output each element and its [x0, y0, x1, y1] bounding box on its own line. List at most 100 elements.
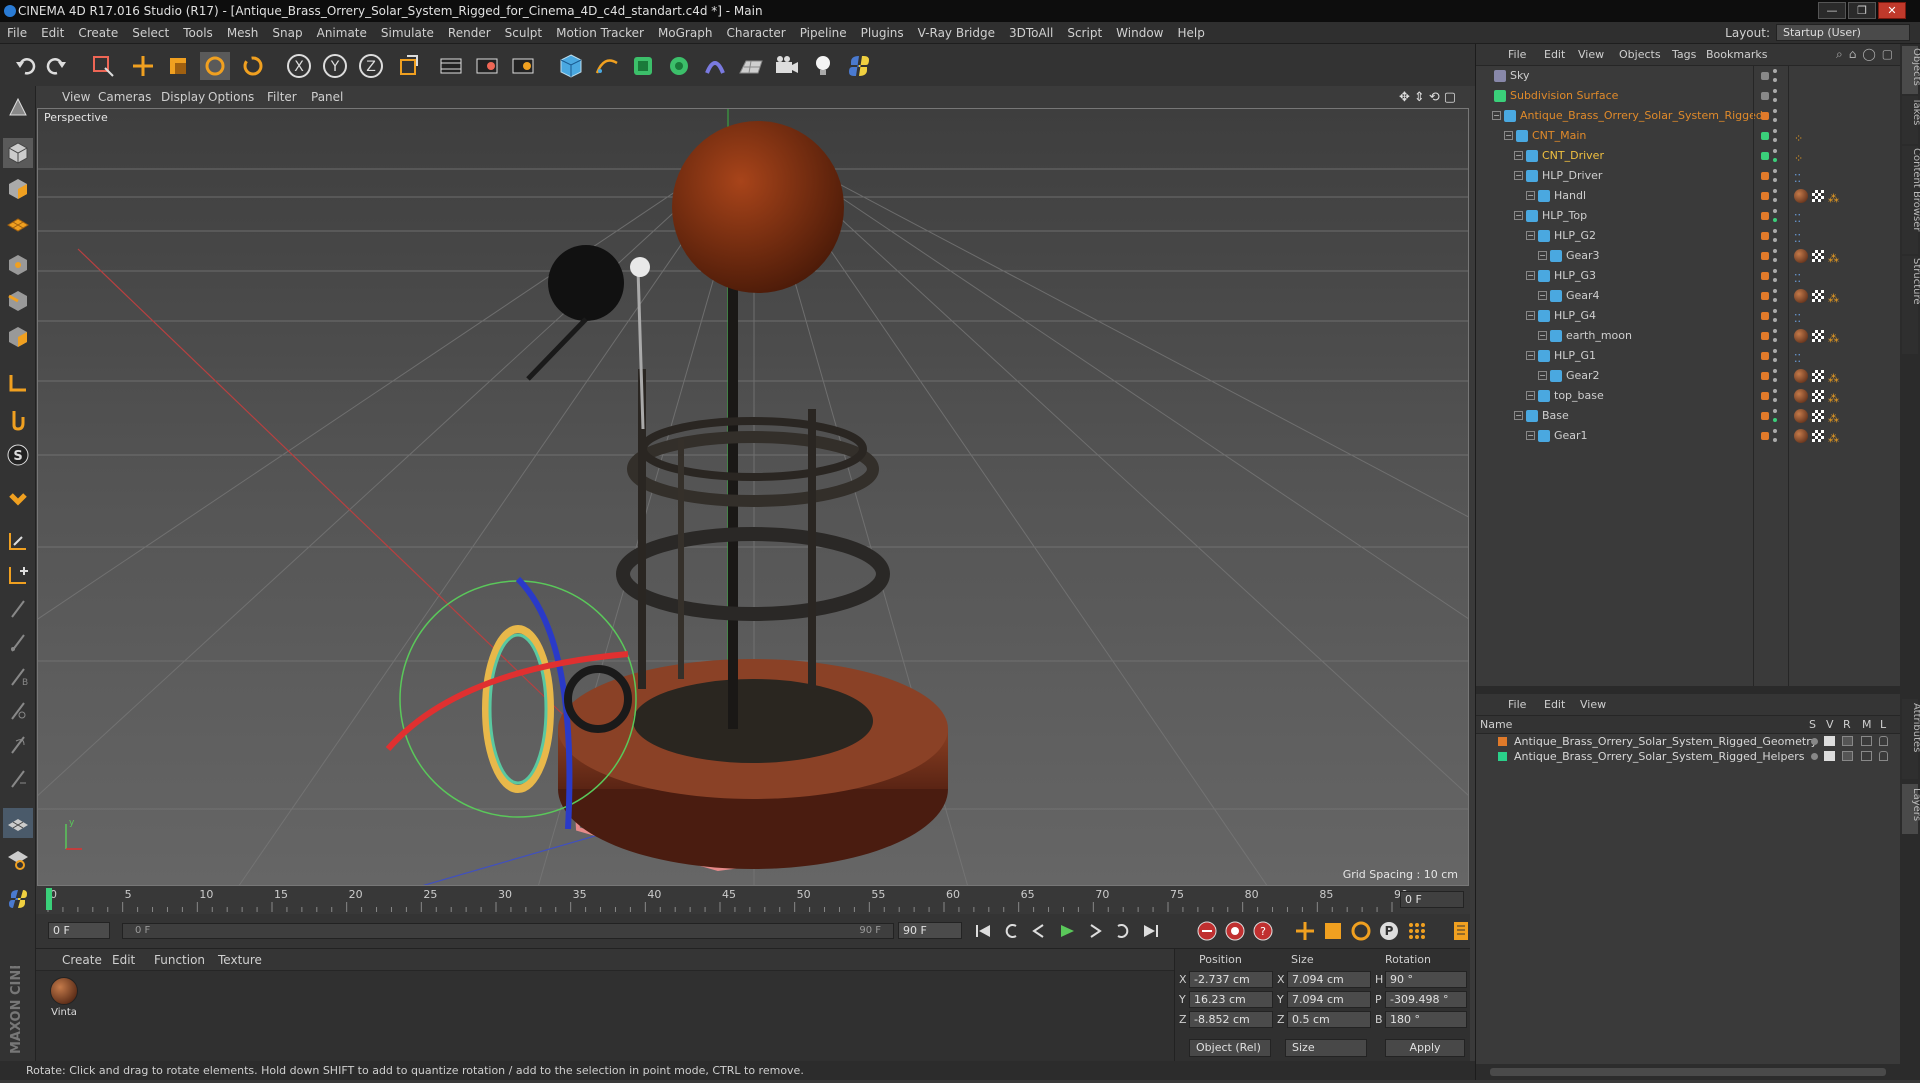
array-object-icon[interactable]: [664, 52, 694, 80]
material-tag-icon[interactable]: [1794, 389, 1808, 403]
layer-color-swatch[interactable]: [1498, 752, 1507, 761]
rotation-h-field[interactable]: 90 °: [1385, 971, 1467, 988]
layout-dropdown[interactable]: Startup (User): [1776, 24, 1910, 41]
subdivision-surface-icon[interactable]: [628, 52, 658, 80]
editor-visibility-icon[interactable]: [1773, 229, 1777, 233]
rotation-p-field[interactable]: -309.498 °: [1385, 991, 1467, 1008]
3d-viewport[interactable]: y Perspective Grid Spacing : 10 cm: [37, 108, 1469, 886]
expand-toggle-icon[interactable]: −: [1526, 351, 1535, 360]
object-row[interactable]: − Base ⁂: [1476, 406, 1901, 426]
material-menu-edit[interactable]: Edit: [112, 950, 135, 970]
object-menu-objects[interactable]: Objects: [1619, 45, 1661, 65]
magnet-tool-icon[interactable]: [3, 764, 33, 794]
layer-solo-icon[interactable]: [1811, 753, 1818, 760]
next-frame-icon[interactable]: [1083, 921, 1107, 941]
start-frame-field[interactable]: 0 F: [48, 922, 110, 939]
layer-row[interactable]: Antique_Brass_Orrery_Solar_System_Rigged…: [1476, 734, 1901, 749]
editor-visibility-icon[interactable]: [1773, 169, 1777, 173]
material-tag-icon[interactable]: [1794, 249, 1808, 263]
layer-color-icon[interactable]: [1761, 432, 1769, 440]
previous-frame-icon[interactable]: [1027, 921, 1051, 941]
rotation-key-icon[interactable]: [1350, 920, 1372, 945]
play-icon[interactable]: [1055, 921, 1079, 941]
menu-help[interactable]: Help: [1170, 22, 1211, 44]
minimize-button[interactable]: —: [1818, 2, 1846, 19]
expand-toggle-icon[interactable]: −: [1538, 331, 1547, 340]
layer-color-icon[interactable]: [1761, 352, 1769, 360]
material-tag-icon[interactable]: [1794, 289, 1808, 303]
object-row[interactable]: − HLP_G3 ⁚⁚: [1476, 266, 1901, 286]
knife-tool-icon[interactable]: [3, 628, 33, 658]
position-y-field[interactable]: 16.23 cm: [1189, 991, 1273, 1008]
coordinate-system-icon[interactable]: [394, 52, 424, 80]
live-selection-icon[interactable]: [88, 52, 118, 80]
menu-render[interactable]: Render: [441, 22, 498, 44]
viewport-nav-icons[interactable]: ✥⇕⟲▢: [1399, 90, 1460, 105]
menu-animate[interactable]: Animate: [310, 22, 374, 44]
object-manager-search-icon[interactable]: ⌕⌂◯▢: [1836, 47, 1899, 62]
camera-object-icon[interactable]: [772, 52, 802, 80]
layer-color-icon[interactable]: [1761, 252, 1769, 260]
solo-mode-icon[interactable]: S: [3, 440, 33, 470]
python-console-icon[interactable]: [3, 884, 33, 914]
material-menu-function[interactable]: Function: [154, 950, 205, 970]
xpresso-tag-icon[interactable]: ⁂: [1828, 429, 1839, 449]
expand-toggle-icon[interactable]: −: [1538, 251, 1547, 260]
expand-toggle-icon[interactable]: −: [1514, 211, 1523, 220]
object-row[interactable]: − HLP_Driver ⁚⁚: [1476, 166, 1901, 186]
previous-keyframe-icon[interactable]: [999, 921, 1023, 941]
render-visibility-icon[interactable]: [1773, 358, 1777, 362]
viewport-menu-filter[interactable]: Filter: [267, 86, 297, 108]
snapping-magnet-icon[interactable]: [3, 484, 33, 514]
render-visibility-icon[interactable]: [1773, 398, 1777, 402]
lasso-tool-icon[interactable]: [3, 730, 33, 760]
menu-file[interactable]: File: [0, 22, 34, 44]
render-visibility-icon[interactable]: [1773, 98, 1777, 102]
layer-color-icon[interactable]: [1761, 292, 1769, 300]
viewport-camera-label[interactable]: Perspective: [44, 111, 108, 124]
size-mode-dropdown[interactable]: Size: [1285, 1039, 1367, 1057]
layer-menu-view[interactable]: View: [1580, 695, 1606, 715]
render-visibility-icon[interactable]: [1773, 318, 1777, 322]
render-visibility-icon[interactable]: [1773, 438, 1777, 442]
expand-toggle-icon[interactable]: −: [1526, 391, 1535, 400]
layer-color-icon[interactable]: [1761, 392, 1769, 400]
menu-3dtoall[interactable]: 3DToAll: [1002, 22, 1060, 44]
menu-select[interactable]: Select: [125, 22, 176, 44]
quantize-icon[interactable]: [3, 526, 33, 556]
menu-motion-tracker[interactable]: Motion Tracker: [549, 22, 651, 44]
layer-lock-icon[interactable]: [1879, 751, 1888, 761]
editor-visibility-icon[interactable]: [1773, 249, 1777, 253]
editor-visibility-icon[interactable]: [1773, 389, 1777, 393]
layer-menu-edit[interactable]: Edit: [1544, 695, 1565, 715]
layer-solo-icon[interactable]: [1811, 738, 1818, 745]
scale-tool-icon[interactable]: [163, 52, 193, 80]
expand-toggle-icon[interactable]: −: [1526, 311, 1535, 320]
position-key-icon[interactable]: [1294, 920, 1316, 945]
expand-toggle-icon[interactable]: −: [1504, 131, 1513, 140]
expand-toggle-icon[interactable]: −: [1526, 271, 1535, 280]
object-row[interactable]: Subdivision Surface: [1476, 86, 1901, 106]
close-button[interactable]: ✕: [1878, 2, 1906, 19]
menu-simulate[interactable]: Simulate: [374, 22, 441, 44]
rotate-tool-icon[interactable]: [200, 52, 230, 80]
axis-mode-icon[interactable]: [3, 368, 33, 398]
render-visibility-icon[interactable]: [1773, 78, 1777, 82]
frame-range-slider[interactable]: 0 F 90 F: [122, 923, 894, 939]
material-tag-icon[interactable]: [1794, 329, 1808, 343]
menu-sculpt[interactable]: Sculpt: [498, 22, 549, 44]
viewport-menu-cameras[interactable]: Cameras: [98, 86, 151, 108]
editor-visibility-icon[interactable]: [1773, 369, 1777, 373]
render-visibility-icon[interactable]: [1773, 258, 1777, 262]
render-visibility-icon[interactable]: [1773, 298, 1777, 302]
texture-tag-icon[interactable]: [1812, 290, 1824, 302]
layer-manager-icon[interactable]: [1861, 751, 1872, 761]
coordinate-mode-dropdown[interactable]: Object (Rel): [1189, 1039, 1271, 1057]
layer-color-icon[interactable]: [1761, 72, 1769, 80]
editor-visibility-icon[interactable]: [1773, 109, 1777, 113]
object-row[interactable]: Sky: [1476, 66, 1901, 86]
next-keyframe-icon[interactable]: [1111, 921, 1135, 941]
size-x-field[interactable]: 7.094 cm: [1287, 971, 1371, 988]
object-row[interactable]: − CNT_Main ⁘: [1476, 126, 1901, 146]
python-script-icon[interactable]: [844, 52, 874, 80]
